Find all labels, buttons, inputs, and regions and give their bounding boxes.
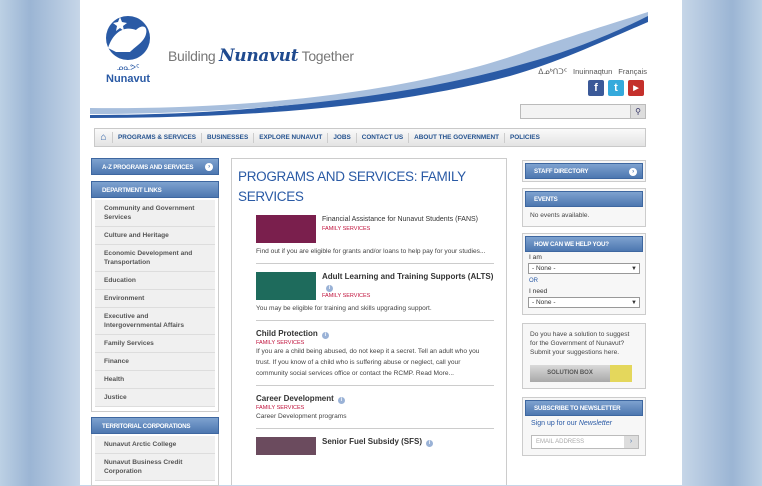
svg-text:Nunavut: Nunavut [106, 73, 150, 85]
facebook-icon[interactable]: f [588, 80, 604, 96]
page-title: PROGRAMS AND SERVICES: FAMILY SERVICES [238, 169, 466, 204]
program-title[interactable]: Career Development i [256, 394, 494, 404]
solution-text: Do you have a solution to suggest for th… [530, 331, 630, 356]
territorial-corporations-header: TERRITORIAL CORPORATIONS [91, 417, 219, 434]
email-field[interactable]: EMAIL ADDRESS › [531, 435, 639, 449]
corp-link[interactable]: Nunavut Business Credit Corporation [95, 454, 215, 481]
social-links: f t ▶ [588, 80, 644, 96]
tagline: Building Nunavut Together [168, 46, 354, 66]
search-icon[interactable]: ⚲ [630, 105, 645, 118]
nav-jobs[interactable]: JOBS [328, 132, 357, 143]
program-category: FAMILY SERVICES [322, 226, 371, 232]
chevron-down-icon: ▼ [631, 300, 637, 306]
search-input[interactable]: ⚲ [520, 104, 646, 119]
or-label: OR [529, 278, 538, 284]
info-icon[interactable]: i [326, 285, 333, 292]
program-item: Financial Assistance for Nunavut Student… [256, 207, 494, 264]
arrow-right-icon: › [205, 163, 213, 171]
i-am-label: I am [529, 254, 542, 261]
main-content: PROGRAMS AND SERVICES: FAMILY SERVICES F… [231, 158, 507, 485]
submit-arrow-icon[interactable]: › [624, 436, 638, 448]
lang-inuktitut[interactable]: ᐃᓄᒃᑎᑐᑦ [538, 67, 567, 76]
newsletter-text: Sign up for our Newsletter [531, 420, 612, 427]
events-header: EVENTS [525, 191, 643, 207]
department-links-header: DEPARTMENT LINKS [91, 181, 219, 198]
dept-link[interactable]: Finance [95, 353, 215, 371]
twitter-icon[interactable]: t [608, 80, 624, 96]
solution-box: Do you have a solution to suggest for th… [522, 323, 646, 389]
program-desc: Find out if you are eligible for grants … [256, 248, 486, 255]
info-icon[interactable]: i [426, 440, 434, 447]
arrow-right-icon: › [629, 168, 637, 176]
nav-explore-nunavut[interactable]: EXPLORE NUNAVUT [254, 132, 329, 143]
program-title[interactable]: Child Protection i [256, 329, 494, 339]
left-sidebar: A-Z PROGRAMS AND SERVICES › DEPARTMENT L… [91, 158, 219, 486]
department-links-list: Community and Government Services Cultur… [91, 198, 219, 412]
language-links: ᐃᓄᒃᑎᑐᑦ Inuinnaqtun Français [538, 67, 647, 76]
program-thumbnail[interactable] [256, 272, 316, 300]
nav-businesses[interactable]: BUSINESSES [202, 132, 255, 143]
lang-french[interactable]: Français [618, 67, 647, 76]
right-sidebar: STAFF DIRECTORY › EVENTS No events availa… [522, 160, 646, 462]
help-box: HOW CAN WE HELP YOU? I am - None - ▼ OR I… [522, 233, 646, 315]
az-programs-button[interactable]: A-Z PROGRAMS AND SERVICES › [91, 158, 219, 175]
program-title[interactable]: Adult Learning and Training Supports (AL… [322, 272, 494, 292]
dept-link[interactable]: Family Services [95, 335, 215, 353]
nunavut-logo: ᓄᓇᕗᑦ Nunavut [106, 16, 150, 85]
main-nav: ⌂ PROGRAMS & SERVICES BUSINESSES EXPLORE… [94, 128, 646, 147]
dept-link[interactable]: Culture and Heritage [95, 227, 215, 245]
page: ᓄᓇᕗᑦ Nunavut Building Nunavut Together ᐃ… [80, 0, 682, 486]
program-thumbnail[interactable] [256, 437, 316, 455]
dept-link[interactable]: Environment [95, 290, 215, 308]
svg-text:ᓄᓇᕗᑦ: ᓄᓇᕗᑦ [117, 63, 140, 72]
i-am-select[interactable]: - None - ▼ [528, 263, 640, 274]
i-need-select[interactable]: - None - ▼ [528, 297, 640, 308]
staff-directory-box: STAFF DIRECTORY › [522, 160, 646, 182]
home-icon[interactable]: ⌂ [95, 132, 113, 143]
info-icon[interactable]: i [321, 332, 329, 339]
program-category: FAMILY SERVICES [322, 293, 371, 299]
dept-link[interactable]: Community and Government Services [95, 200, 215, 227]
lang-inuinnaqtun[interactable]: Inuinnaqtun [573, 67, 612, 76]
program-item: Child Protection i FAMILY SERVICES If you… [256, 321, 494, 386]
dept-link[interactable]: Health [95, 371, 215, 389]
program-title[interactable]: Financial Assistance for Nunavut Student… [322, 215, 478, 225]
dept-link[interactable]: Education [95, 272, 215, 290]
program-desc: If you are a child being abused, do not … [256, 348, 480, 377]
program-item: Senior Fuel Subsidy (SFS) i [256, 429, 494, 461]
dept-link[interactable]: Justice [95, 389, 215, 407]
nav-programs-services[interactable]: PROGRAMS & SERVICES [113, 132, 203, 143]
staff-directory-button[interactable]: STAFF DIRECTORY › [525, 163, 643, 179]
nav-about-government[interactable]: ABOUT THE GOVERNMENT [409, 132, 505, 143]
program-desc: Career Development programs [256, 413, 347, 420]
program-item: Career Development i FAMILY SERVICES Care… [256, 386, 494, 429]
program-desc: You may be eligible for training and ski… [256, 305, 432, 312]
chevron-down-icon: ▼ [631, 266, 637, 272]
program-title[interactable]: Senior Fuel Subsidy (SFS) i [322, 437, 434, 455]
info-icon[interactable]: i [337, 397, 345, 404]
nav-contact-us[interactable]: CONTACT US [357, 132, 410, 143]
corp-link[interactable]: Nunavut Arctic College [95, 436, 215, 454]
program-thumbnail[interactable] [256, 215, 316, 243]
dept-link[interactable]: Economic Development and Transportation [95, 245, 215, 272]
territorial-links-list: Nunavut Arctic College Nunavut Business … [91, 434, 219, 486]
events-text: No events available. [530, 212, 590, 219]
newsletter-box: SUBSCRIBE TO NEWSLETTER Sign up for our … [522, 397, 646, 456]
program-item: Adult Learning and Training Supports (AL… [256, 264, 494, 321]
help-header: HOW CAN WE HELP YOU? [525, 236, 643, 252]
youtube-icon[interactable]: ▶ [628, 80, 644, 96]
solution-box-button[interactable]: SOLUTION BOX [530, 365, 632, 382]
i-need-label: I need [529, 288, 548, 295]
dept-link[interactable]: Executive and Intergovernmental Affairs [95, 308, 215, 335]
events-box: EVENTS No events available. [522, 188, 646, 227]
nav-policies[interactable]: POLICIES [505, 133, 545, 143]
newsletter-header: SUBSCRIBE TO NEWSLETTER [525, 400, 643, 416]
